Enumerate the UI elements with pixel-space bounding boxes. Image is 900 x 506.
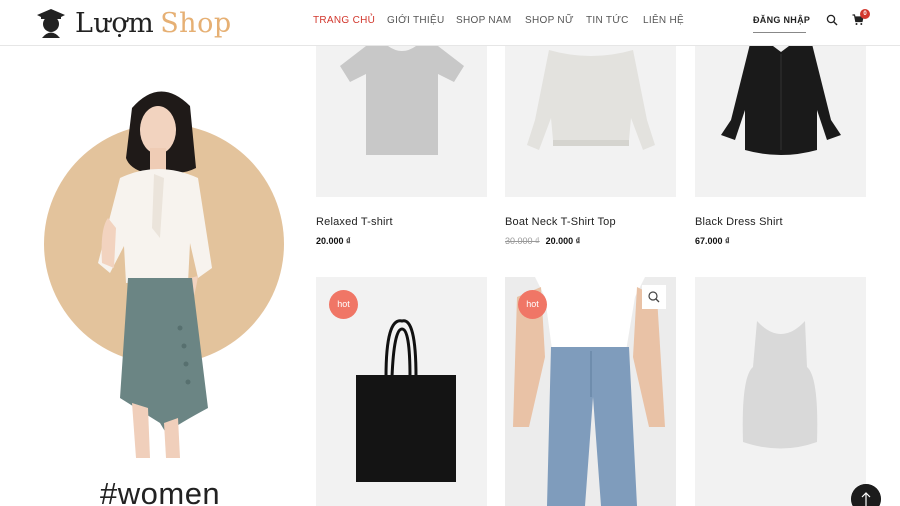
site-header: Lượm Shop TRANG CHỦ GIỚI THIỆU SHOP NAM S… xyxy=(0,0,900,46)
cart-count-badge: 0 xyxy=(860,9,870,19)
search-icon[interactable] xyxy=(826,14,838,26)
tank-top-image xyxy=(742,321,818,449)
nav-item-contact[interactable]: LIÊN HỆ xyxy=(643,15,703,26)
product-price: 20.000 ₫ xyxy=(316,236,351,246)
product-price-old: 30.000 ₫ xyxy=(505,236,540,246)
product-name[interactable]: Relaxed T-shirt xyxy=(316,216,393,228)
nav-item-about[interactable]: GIỚI THIỆU xyxy=(387,15,456,26)
brand-name-part2: Shop xyxy=(160,7,232,39)
product-name[interactable]: Boat Neck T-Shirt Top xyxy=(505,216,616,228)
product-price-current: 67.000 ₫ xyxy=(695,236,730,246)
product-price-current: 20.000 ₫ xyxy=(545,236,581,246)
nav-item-women[interactable]: SHOP NỮ xyxy=(525,15,586,26)
login-link[interactable]: ĐĂNG NHẬP xyxy=(753,15,810,25)
product-price-current: 20.000 ₫ xyxy=(316,236,351,246)
hot-badge: hot xyxy=(329,290,358,319)
product-price: 67.000 ₫ xyxy=(695,236,730,246)
product-thumbnail[interactable]: hot xyxy=(316,277,487,506)
logo-mark-icon xyxy=(37,9,65,38)
hot-badge: hot xyxy=(518,290,547,319)
zoom-icon[interactable] xyxy=(642,285,666,309)
arrow-up-icon[interactable] xyxy=(851,484,881,506)
brand-name: Lượm Shop xyxy=(75,8,232,39)
product-price: 30.000 ₫ 20.000 ₫ xyxy=(505,236,580,246)
nav-item-news[interactable]: TIN TỨC xyxy=(586,15,643,26)
hero-hashtag: #women xyxy=(100,476,221,506)
login-underline xyxy=(753,32,806,33)
nav-item-home[interactable]: TRANG CHỦ xyxy=(313,15,387,26)
product-thumbnail[interactable]: hot xyxy=(505,277,676,506)
product-thumbnail[interactable] xyxy=(695,277,866,506)
hero-model-image xyxy=(98,91,212,458)
nav-item-men[interactable]: SHOP NAM xyxy=(456,15,525,26)
main-nav: TRANG CHỦ GIỚI THIỆU SHOP NAM SHOP NỮ TI… xyxy=(313,15,703,26)
product-name[interactable]: Black Dress Shirt xyxy=(695,216,783,228)
brand-name-part1: Lượm xyxy=(75,7,155,39)
logo[interactable]: Lượm Shop xyxy=(33,4,232,42)
